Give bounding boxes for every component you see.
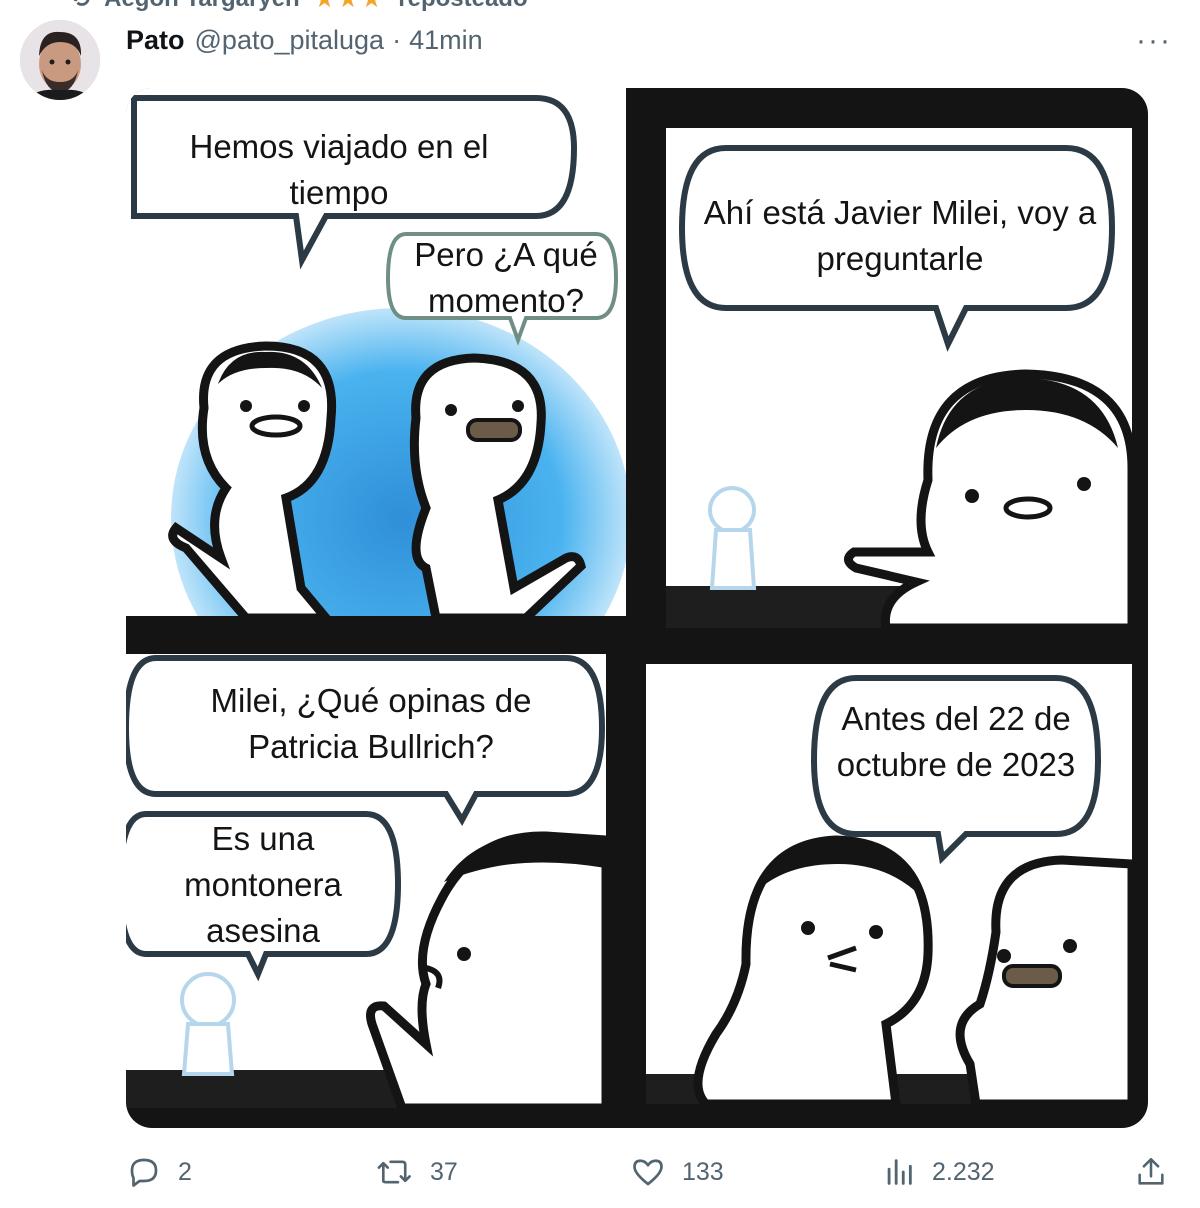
reply-count: 2	[178, 1157, 192, 1186]
like-count: 133	[682, 1157, 724, 1186]
separator-dot: ·	[392, 24, 402, 55]
views-button[interactable]: 2.232	[882, 1154, 995, 1190]
repost-icon	[377, 1160, 411, 1184]
panel-3-bubble-1-text: Milei, ¿Qué opinas de Patricia Bullrich?	[210, 682, 532, 765]
author-handle[interactable]: @pato_pitaluga	[195, 25, 385, 56]
comic-panel-1: Hemos viajado en el tiempo Pero ¿A qué m…	[126, 88, 626, 616]
panel-1-bubble-2-text: Pero ¿A qué momento?	[414, 236, 598, 319]
share-button[interactable]	[1134, 1154, 1168, 1190]
reply-button[interactable]: 2	[126, 1154, 192, 1190]
comic-panel-4: Antes del 22 de octubre de 2023	[646, 664, 1132, 1104]
star-emojis: ★★★	[314, 0, 385, 14]
panel-1-bubble-1-text: Hemos viajado en el tiempo	[189, 128, 489, 211]
repost-count: 37	[430, 1157, 458, 1186]
more-options-icon[interactable]: ···	[1136, 24, 1172, 58]
like-button[interactable]: 133	[630, 1154, 724, 1190]
panel-2-bubble-text: Ahí está Javier Milei, voy a preguntarle	[703, 194, 1097, 277]
panel-4-bubble-text: Antes del 22 de octubre de 2023	[836, 700, 1076, 783]
avatar-image	[20, 20, 100, 100]
repost-button[interactable]: 37	[376, 1154, 458, 1190]
tweet-action-bar: 2 37 133 2.232	[0, 1150, 1200, 1196]
share-icon	[1138, 1157, 1164, 1185]
analytics-icon	[887, 1159, 912, 1185]
author-name[interactable]: Pato	[126, 25, 185, 56]
repost-icon: ⟲	[70, 0, 90, 14]
reply-icon	[130, 1158, 158, 1187]
repost-user[interactable]: Aegon Targaryen	[104, 0, 300, 13]
avatar[interactable]	[20, 20, 100, 100]
heart-icon	[633, 1159, 663, 1186]
tweet-timestamp[interactable]: 41min	[409, 25, 483, 56]
comic-panel-2: Ahí está Javier Milei, voy a preguntarle	[666, 128, 1132, 628]
repost-suffix: reposteado	[398, 0, 527, 13]
repost-indicator: ⟲ Aegon Targaryen ★★★ reposteado	[70, 0, 528, 14]
tweet-header: Pato @pato_pitaluga · 41min	[126, 22, 483, 58]
comic-panel-3: Milei, ¿Qué opinas de Patricia Bullrich?…	[126, 654, 606, 1108]
tweet-media-image[interactable]: Hemos viajado en el tiempo Pero ¿A qué m…	[126, 88, 1148, 1128]
panel-3-bubble-2-text: Es una montonera asesina	[184, 820, 342, 949]
view-count: 2.232	[932, 1157, 995, 1186]
